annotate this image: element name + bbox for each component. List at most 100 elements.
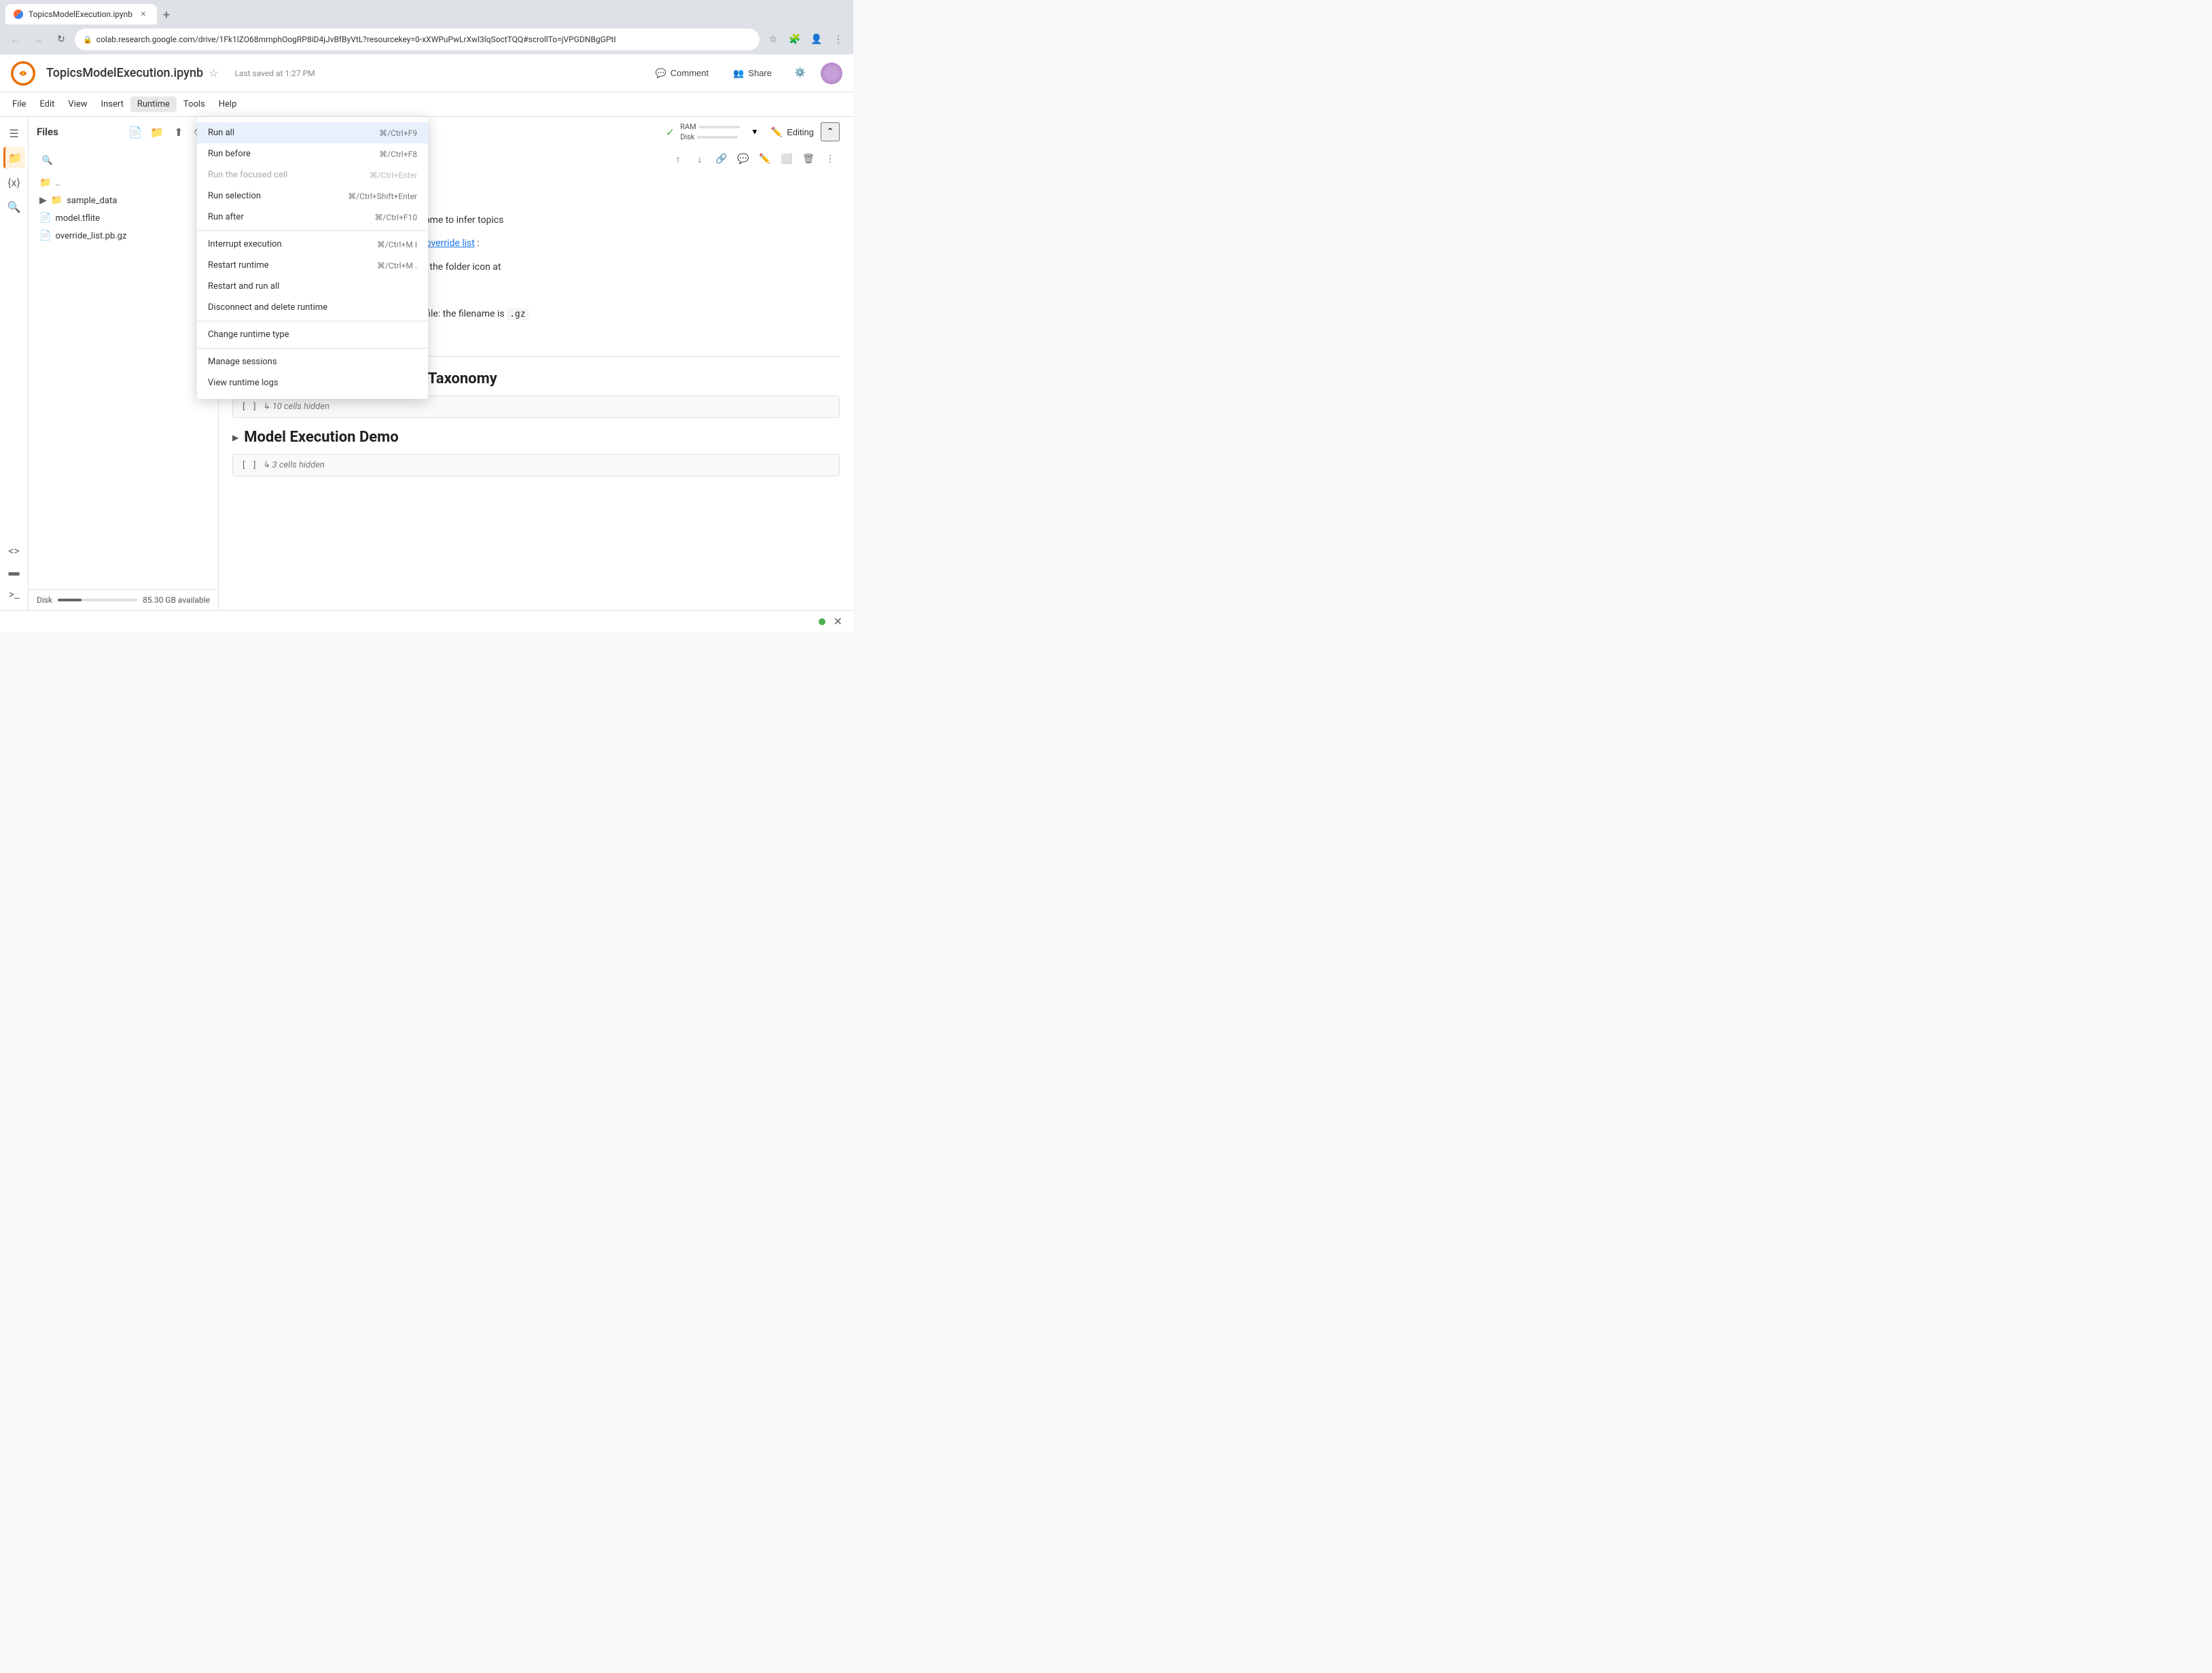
resource-bar: ✓ RAM Disk ▾ [666,122,764,141]
status-close-button[interactable]: ✕ [834,615,842,628]
menu-manage-sessions[interactable]: Manage sessions [197,351,428,372]
menu-disconnect-delete[interactable]: Disconnect and delete runtime [197,297,428,318]
more-options-button[interactable]: ⋮ [821,149,840,169]
folder-icon: 📁 [51,195,63,206]
menu-restart[interactable]: Restart runtime ⌘/Ctrl+M . [197,255,428,276]
file-item-sample-data[interactable]: ▶ 📁 sample_data [34,192,213,209]
sidebar-search-button[interactable]: 🔍 [37,149,58,171]
settings-button[interactable]: ⚙️ [788,61,813,86]
folder-icon: 📁 [39,177,51,188]
section-model-title: Model Execution Demo [244,429,398,446]
share-icon: 👥 [733,68,744,79]
section-model-header[interactable]: ▶ Model Execution Demo [232,426,840,448]
file-item-model-tflite[interactable]: 📄 model.tflite [34,209,213,227]
menu-tools[interactable]: Tools [177,96,212,112]
cell-bracket-2: [ ] [241,460,257,470]
collapse-toolbar-button[interactable]: ⌃ [821,122,840,141]
menu-group-sessions: Manage sessions View runtime logs [197,349,428,396]
active-tab[interactable]: TopicsModelExecution.ipynb ✕ [5,4,157,24]
file-item-name: sample_data [67,196,117,206]
status-dot [819,618,825,625]
files-button[interactable]: 📁 [3,147,25,169]
file-item-override-list[interactable]: 📄 override_list.pb.gz [34,227,213,245]
address-text: colab.research.google.com/drive/1Fk1lZO6… [96,35,751,44]
profile-button[interactable]: 👤 [807,30,826,49]
variables-button[interactable]: {x} [3,171,25,193]
extensions-button[interactable]: 🧩 [785,30,804,49]
reload-button[interactable]: ↻ [52,30,71,49]
file-icon: 📄 [39,230,51,241]
menu-bar: File Edit View Insert Runtime Tools Help… [0,92,853,117]
left-toolbar: ☰ 📁 {x} 🔍 <> ▬ >_ [0,117,29,610]
sidebar-search: 🔍 [29,147,218,174]
menu-view-logs[interactable]: View runtime logs [197,372,428,393]
notebook-title: TopicsModelExecution.ipynb ☆ [46,66,218,80]
folder-expand-icon: ▶ [39,195,47,206]
edit-cell-button[interactable]: ✏️ [755,149,774,169]
menu-view[interactable]: View [61,96,94,112]
move-up-button[interactable]: ↑ [668,149,688,169]
command-palette-button[interactable]: ▬ [3,561,25,583]
code-gz: .gz [507,309,528,320]
resource-dropdown-button[interactable]: ▾ [745,122,764,141]
file-item-dotdot[interactable]: 📁 .. [34,174,213,192]
menu-run-after[interactable]: Run after ⌘/Ctrl+F10 [197,207,428,228]
menu-run-all[interactable]: Run all ⌘/Ctrl+F9 [197,122,428,143]
menu-change-runtime-type[interactable]: Change runtime type [197,324,428,345]
menu-group-type: Change runtime type [197,321,428,349]
comment-cell-button[interactable]: 💬 [734,149,753,169]
forward-button[interactable]: → [29,30,48,49]
header-right: 💬 Comment 👥 Share ⚙️ [647,61,842,86]
link-button[interactable]: 🔗 [712,149,731,169]
code-snippets-button[interactable]: <> [3,540,25,561]
menu-button[interactable]: ⋮ [829,30,848,49]
menu-file[interactable]: File [5,96,33,112]
editing-button[interactable]: ✏️ Editing [764,124,821,141]
ram-disk-info: RAM Disk [680,122,740,141]
disk-info: Disk 85.30 GB available [37,595,210,605]
file-item-name: model.tflite [55,213,100,224]
tab-title: TopicsModelExecution.ipynb [29,10,132,19]
disk-resource-bar [697,136,738,139]
menu-run-selection[interactable]: Run selection ⌘/Ctrl+Shift+Enter [197,186,428,207]
share-button[interactable]: 👥 Share [725,64,780,83]
upload-folder-button[interactable]: ⬆ [169,122,188,141]
star-icon[interactable]: ☆ [209,67,218,80]
new-tab-button[interactable]: + [157,5,176,24]
mirror-button[interactable]: ⬜ [777,149,796,169]
terminal-button[interactable]: >_ [3,583,25,605]
comment-button[interactable]: 💬 Comment [647,64,717,83]
cells-hidden-model: ↳ 3 cells hidden [262,460,324,470]
back-button[interactable]: ← [5,30,24,49]
cell-bracket: [ ] [241,402,257,412]
status-bar: ✕ [0,610,853,632]
menu-restart-run-all[interactable]: Restart and run all [197,276,428,297]
menu-insert[interactable]: Insert [94,96,130,112]
section-arrow-icon-2: ▶ [232,433,238,442]
menu-edit[interactable]: Edit [33,96,61,112]
new-folder-button[interactable]: 📁 [147,122,166,141]
toolbar-bottom: <> ▬ >_ [3,540,25,610]
menu-run-before[interactable]: Run before ⌘/Ctrl+F8 [197,143,428,164]
runtime-dropdown-menu: Run all ⌘/Ctrl+F9 Run before ⌘/Ctrl+F8 R… [197,117,428,399]
cell-block-model: [ ] ↳ 3 cells hidden [232,454,840,476]
upload-file-button[interactable]: 📄 [126,122,145,141]
move-down-button[interactable]: ↓ [690,149,709,169]
file-item-name: .. [55,178,60,188]
section-model-execution: ▶ Model Execution Demo [ ] ↳ 3 cells hid… [232,426,840,476]
menu-runtime[interactable]: Runtime [130,96,177,112]
menu-help[interactable]: Help [212,96,244,112]
menu-interrupt[interactable]: Interrupt execution ⌘/Ctrl+M I [197,234,428,255]
delete-cell-button[interactable]: 🗑 [799,149,818,169]
browser-frame: TopicsModelExecution.ipynb ✕ + ← → ↻ 🔒 c… [0,0,853,632]
disk-resource-label: Disk [680,133,740,141]
nav-bar: ← → ↻ 🔒 colab.research.google.com/drive/… [0,24,853,54]
bookmark-button[interactable]: ☆ [764,30,783,49]
tab-close-button[interactable]: ✕ [138,9,149,20]
user-avatar[interactable] [821,63,842,84]
address-bar[interactable]: 🔒 colab.research.google.com/drive/1Fk1lZ… [75,29,760,50]
search-notebook-button[interactable]: 🔍 [3,196,25,217]
toc-button[interactable]: ☰ [3,122,25,144]
disk-bar-container [58,599,137,601]
override-list-link[interactable]: override list [426,238,475,249]
